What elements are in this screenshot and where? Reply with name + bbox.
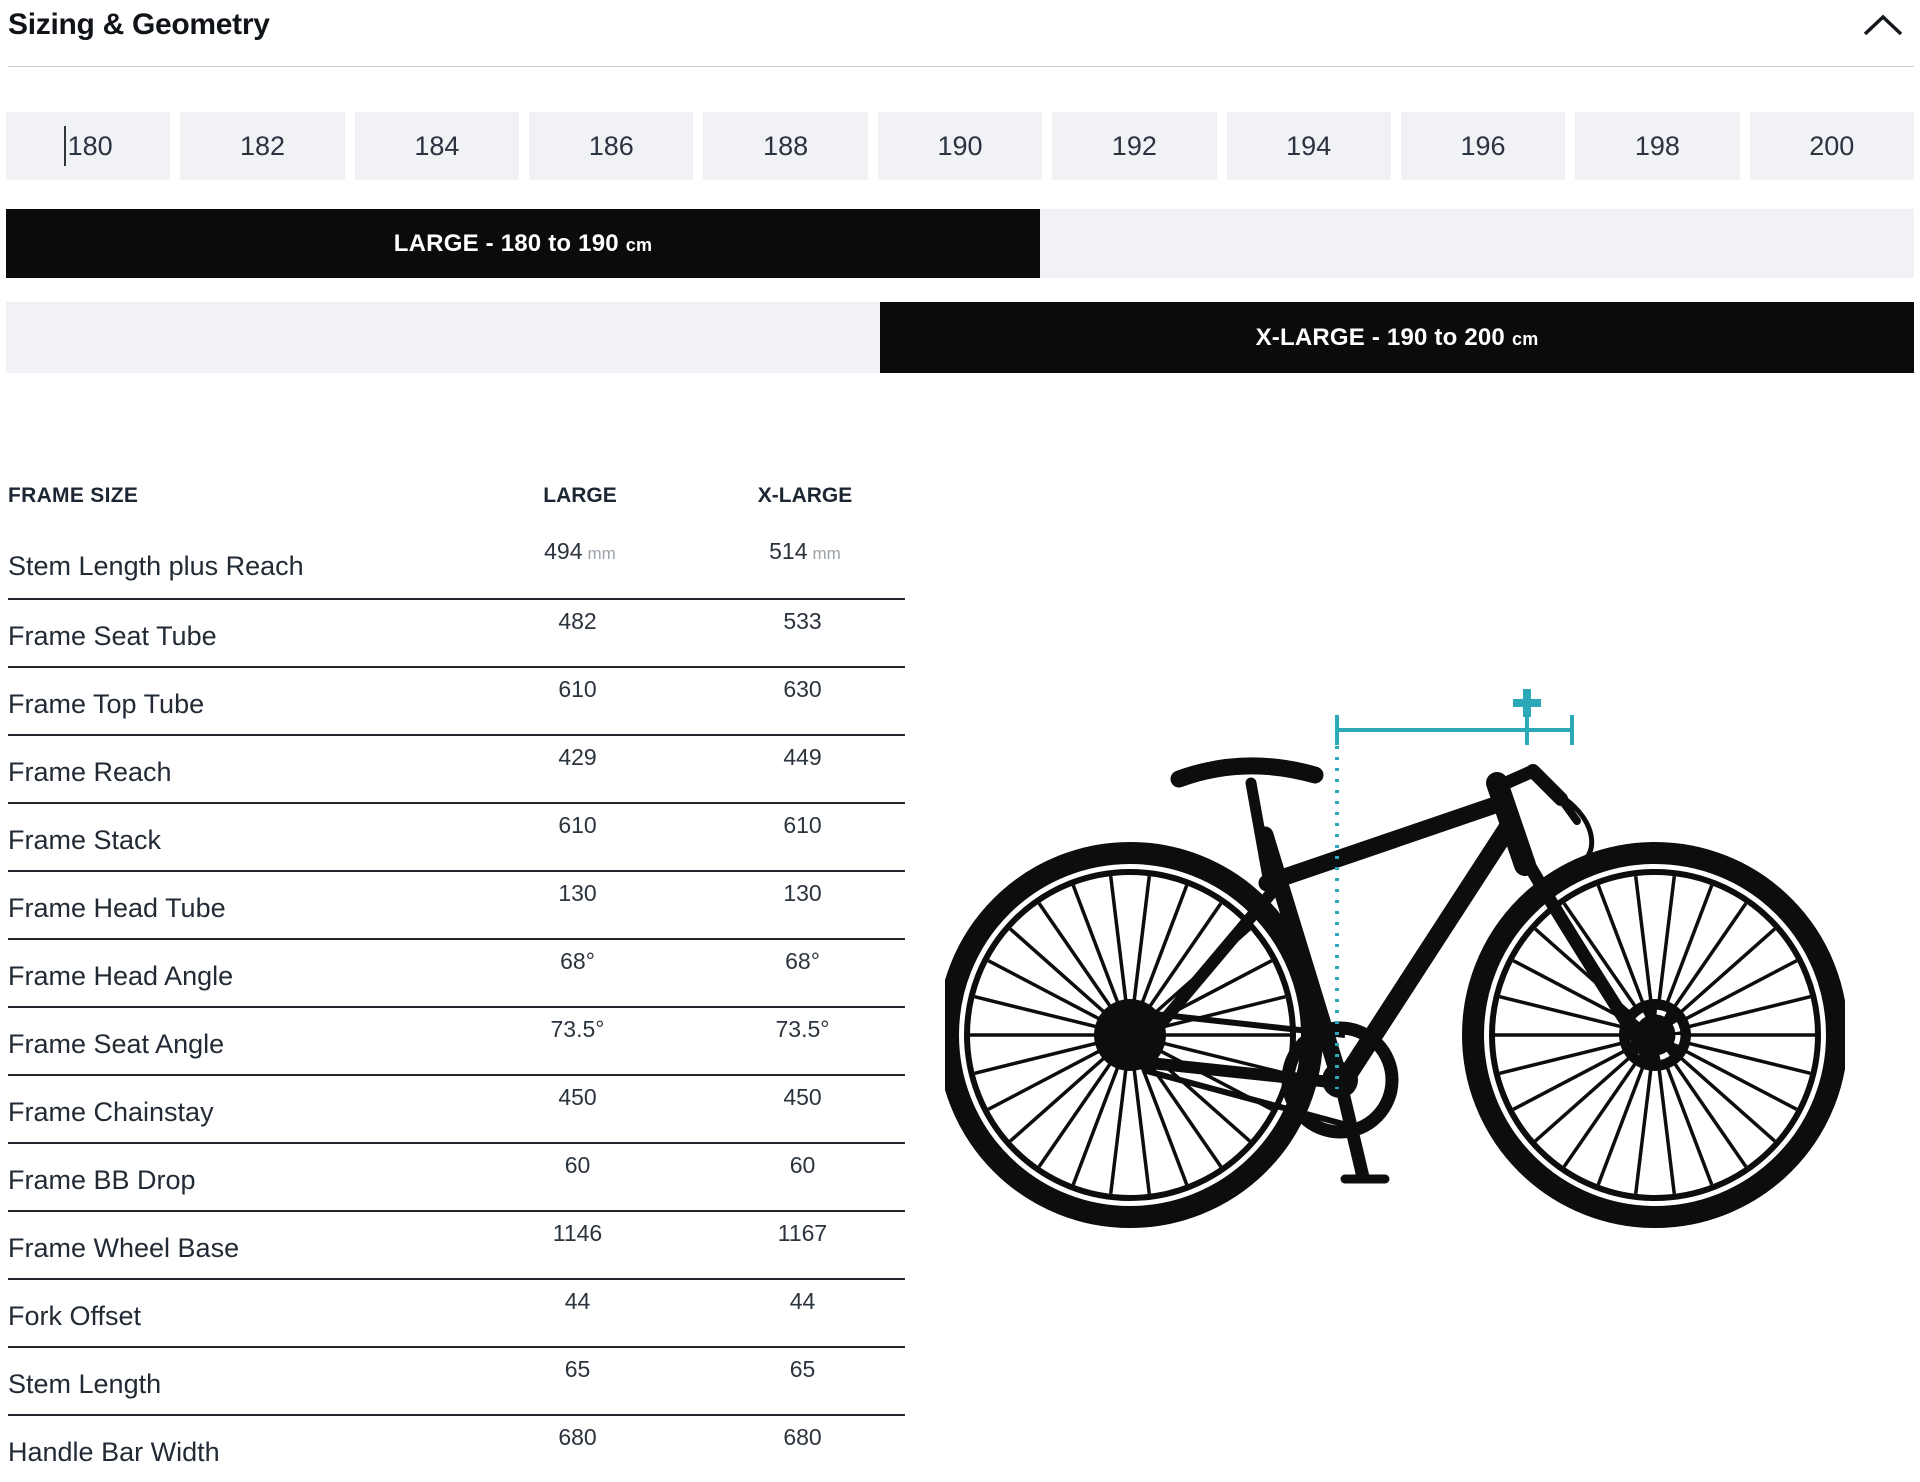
row-value-large: 482 (455, 600, 705, 666)
column-header-xlarge: X-LARGE (705, 478, 905, 530)
table-row: Fork Offset 44 44 (8, 1278, 905, 1346)
collapse-section-button[interactable] (1860, 10, 1906, 42)
geometry-table: FRAME SIZE LARGE X-LARGE Stem Length plu… (8, 478, 905, 1482)
size-bar-xlarge-label: X-LARGE - 190 to 200 (1256, 324, 1505, 352)
row-label: Handle Bar Width (8, 1416, 455, 1482)
row-label: Fork Offset (8, 1280, 455, 1346)
ruler-cell-196[interactable]: 196 (1401, 112, 1565, 180)
row-value-xlarge: 44 (705, 1280, 905, 1346)
sizing-geometry-section: Sizing & Geometry 1801821841861881901921… (0, 0, 1920, 1482)
bike-illustration (945, 565, 1845, 1265)
chevron-up-icon (1860, 10, 1906, 42)
row-label: Frame BB Drop (8, 1144, 455, 1210)
text-caret (64, 126, 66, 166)
row-value-large: 494mm (455, 530, 705, 598)
row-value-large: 1146 (455, 1212, 705, 1278)
table-row: Stem Length 65 65 (8, 1346, 905, 1414)
row-label: Frame Stack (8, 804, 455, 870)
row-value-xlarge: 630 (705, 668, 905, 734)
ruler-cell-192[interactable]: 192 (1052, 112, 1216, 180)
plus-icon (1513, 689, 1541, 717)
row-label: Frame Seat Tube (8, 600, 455, 666)
row-value-xlarge: 533 (705, 600, 905, 666)
size-bar-xlarge[interactable]: X-LARGE - 190 to 200 cm (880, 302, 1914, 373)
size-bar-large-label: LARGE - 180 to 190 (394, 230, 619, 258)
height-ruler: 180182184186188190192194196198200 (6, 112, 1914, 180)
geometry-table-header: FRAME SIZE LARGE X-LARGE (8, 478, 905, 530)
table-row: Frame Reach 429 449 (8, 734, 905, 802)
ruler-cell-190[interactable]: 190 (878, 112, 1042, 180)
row-value-xlarge: 450 (705, 1076, 905, 1142)
ruler-cell-186[interactable]: 186 (529, 112, 693, 180)
row-label: Frame Wheel Base (8, 1212, 455, 1278)
table-row: Frame BB Drop 60 60 (8, 1142, 905, 1210)
row-value-large: 130 (455, 872, 705, 938)
row-label: Frame Top Tube (8, 668, 455, 734)
ruler-cell-188[interactable]: 188 (703, 112, 867, 180)
row-label: Frame Seat Angle (8, 1008, 455, 1074)
row-value-xlarge: 130 (705, 872, 905, 938)
row-value-large: 60 (455, 1144, 705, 1210)
row-value-large: 610 (455, 804, 705, 870)
size-bar-track-xlarge: X-LARGE - 190 to 200 cm (6, 302, 1914, 373)
row-value-xlarge: 73.5° (705, 1008, 905, 1074)
row-value-large: 680 (455, 1416, 705, 1482)
bike-diagram (945, 565, 1845, 1265)
front-wheel (1473, 853, 1837, 1217)
table-row: Frame Chainstay 450 450 (8, 1074, 905, 1142)
ruler-cell-180[interactable]: 180 (6, 112, 170, 180)
row-value-large: 450 (455, 1076, 705, 1142)
row-value-large: 429 (455, 736, 705, 802)
row-label: Stem Length (8, 1348, 455, 1414)
row-value-xlarge: 68° (705, 940, 905, 1006)
ruler-cell-184[interactable]: 184 (355, 112, 519, 180)
row-label: Frame Chainstay (8, 1076, 455, 1142)
table-row: Stem Length plus Reach 494mm 514mm (8, 530, 905, 598)
size-bar-track-large: LARGE - 180 to 190 cm (6, 209, 1914, 278)
divider (8, 66, 1914, 67)
table-row: Frame Head Tube 130 130 (8, 870, 905, 938)
row-label: Frame Head Tube (8, 872, 455, 938)
column-header-frame-size: FRAME SIZE (8, 478, 455, 530)
row-value-xlarge: 514mm (705, 530, 905, 598)
column-header-large: LARGE (455, 478, 705, 530)
row-value-xlarge: 1167 (705, 1212, 905, 1278)
row-label: Frame Reach (8, 736, 455, 802)
row-value-large: 610 (455, 668, 705, 734)
row-value-xlarge: 610 (705, 804, 905, 870)
row-value-xlarge: 680 (705, 1416, 905, 1482)
table-row: Frame Seat Angle 73.5° 73.5° (8, 1006, 905, 1074)
table-row: Frame Wheel Base 1146 1167 (8, 1210, 905, 1278)
row-value-xlarge: 449 (705, 736, 905, 802)
row-label: Stem Length plus Reach (8, 530, 455, 598)
page-title: Sizing & Geometry (8, 8, 270, 42)
table-row: Frame Head Angle 68° 68° (8, 938, 905, 1006)
row-label: Frame Head Angle (8, 940, 455, 1006)
row-value-large: 68° (455, 940, 705, 1006)
row-value-xlarge: 65 (705, 1348, 905, 1414)
table-row: Handle Bar Width 680 680 (8, 1414, 905, 1482)
ruler-cell-198[interactable]: 198 (1575, 112, 1739, 180)
row-value-large: 44 (455, 1280, 705, 1346)
row-value-large: 73.5° (455, 1008, 705, 1074)
ruler-cell-194[interactable]: 194 (1227, 112, 1391, 180)
size-bar-xlarge-unit: cm (1512, 326, 1538, 350)
table-row: Frame Top Tube 610 630 (8, 666, 905, 734)
geometry-table-body: Stem Length plus Reach 494mm 514mm Frame… (8, 530, 905, 1482)
row-value-large: 65 (455, 1348, 705, 1414)
table-row: Frame Stack 610 610 (8, 802, 905, 870)
size-bar-large[interactable]: LARGE - 180 to 190 cm (6, 209, 1040, 278)
ruler-cell-182[interactable]: 182 (180, 112, 344, 180)
ruler-cell-200[interactable]: 200 (1750, 112, 1914, 180)
size-bar-large-unit: cm (626, 232, 652, 256)
row-value-xlarge: 60 (705, 1144, 905, 1210)
table-row: Frame Seat Tube 482 533 (8, 598, 905, 666)
